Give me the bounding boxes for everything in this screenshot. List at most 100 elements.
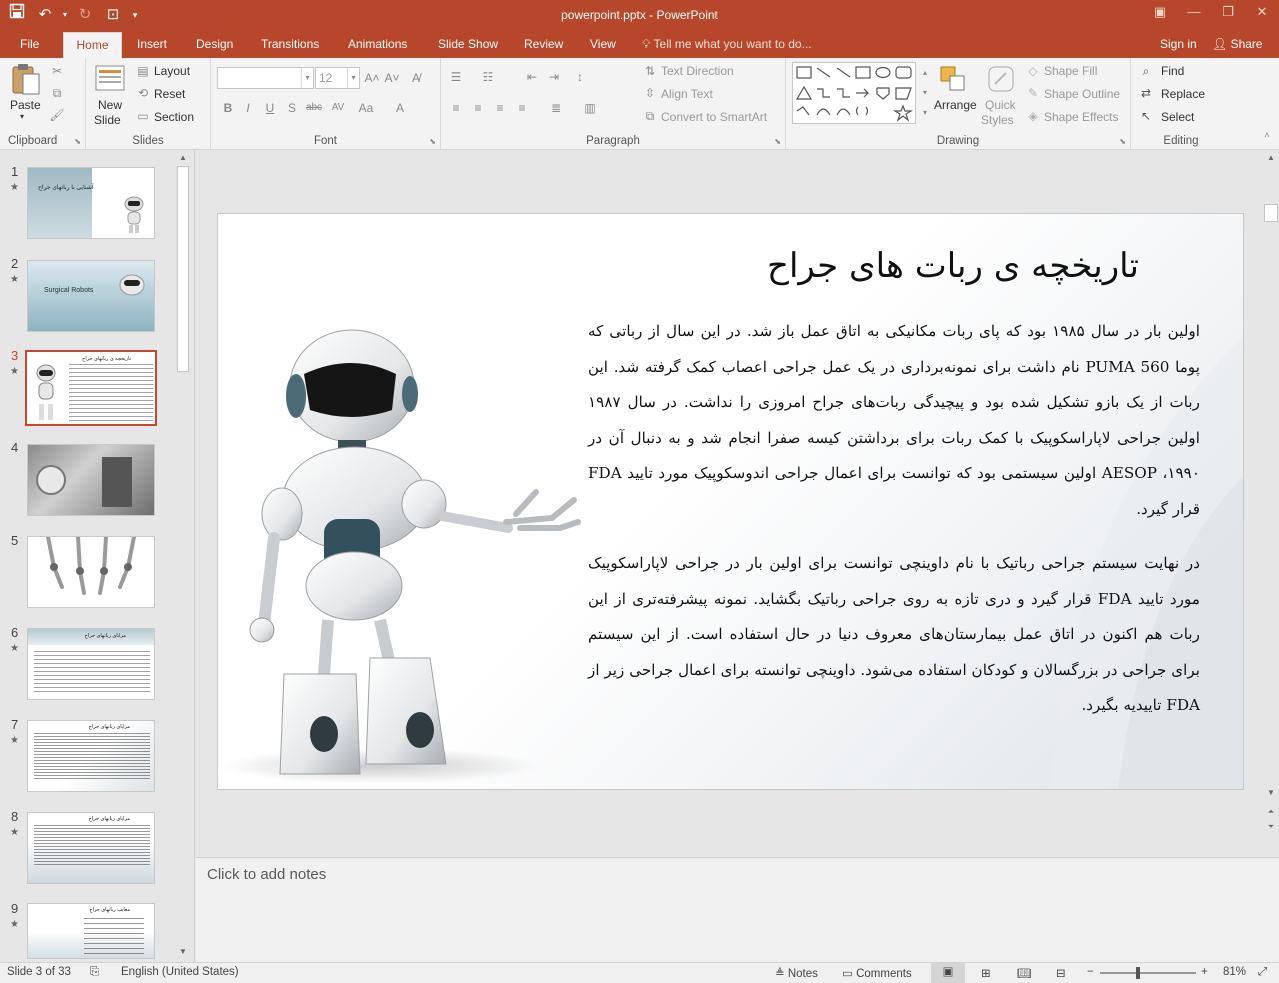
zoom-slider-handle[interactable] <box>1136 967 1140 979</box>
justify-icon[interactable]: ≡ <box>513 99 531 117</box>
scroll-down-icon[interactable]: ▼ <box>177 946 189 958</box>
tab-home[interactable]: Home <box>63 32 122 58</box>
notes-toggle[interactable]: ≜ Notes <box>775 966 818 980</box>
quick-styles-label-2[interactable]: Styles <box>981 113 1014 127</box>
slide-thumbnail-8[interactable]: مزایای رباتهای جراح <box>27 812 155 884</box>
layout-button[interactable]: Layout <box>154 64 190 78</box>
columns-icon[interactable]: ▥ <box>581 99 599 117</box>
slide-scrollbar[interactable]: ▲ ▼ ⏶ ⏷ <box>1263 150 1279 857</box>
current-slide[interactable]: تاریخچه ی ربات های جراح اولین بار در سال… <box>217 213 1244 790</box>
paste-icon[interactable] <box>10 62 42 99</box>
numbering-icon[interactable]: ☷ <box>479 68 497 86</box>
scrollbar-thumb[interactable] <box>177 166 189 372</box>
tab-design[interactable]: Design <box>188 32 241 58</box>
font-color-icon[interactable]: A <box>391 99 409 117</box>
slide-sorter-icon[interactable]: ⊞ <box>981 966 991 980</box>
zoom-in-icon[interactable]: + <box>1201 966 1208 978</box>
italic-icon[interactable]: I <box>239 99 257 117</box>
share-button[interactable]: 👤︎ Share <box>1208 32 1263 56</box>
new-slide-icon[interactable] <box>94 62 126 97</box>
font-name-dropdown-icon[interactable]: ▾ <box>301 68 313 88</box>
character-spacing-icon[interactable]: AV <box>329 99 347 117</box>
format-painter-icon[interactable]: 🖌︎ <box>48 106 66 124</box>
distributed-icon[interactable]: ≣ <box>547 99 565 117</box>
change-case-icon[interactable]: Aa <box>357 99 375 117</box>
paste-button[interactable]: Paste <box>10 98 41 112</box>
collapse-ribbon-icon[interactable]: ˄ <box>1258 126 1276 144</box>
language-indicator[interactable]: English (United States) <box>121 966 239 978</box>
shrink-font-icon[interactable]: A˅ <box>383 69 401 87</box>
slide-title[interactable]: تاریخچه ی ربات های جراح <box>767 246 1139 286</box>
text-shadow-icon[interactable]: S <box>283 99 301 117</box>
slideshow-view-icon[interactable]: ⊟ <box>1056 966 1066 980</box>
comments-toggle[interactable]: ▭ Comments <box>842 966 912 980</box>
select-button[interactable]: Select <box>1161 110 1194 124</box>
shape-outline-button[interactable]: Shape Outline <box>1044 87 1120 101</box>
paragraph-launcher-icon[interactable]: ⬊ <box>774 137 781 146</box>
new-slide-label-1[interactable]: New <box>98 98 122 112</box>
close-icon[interactable]: ✕ <box>1245 0 1279 26</box>
robot-image[interactable] <box>220 324 590 786</box>
cut-icon[interactable]: ✂ <box>48 62 66 80</box>
tab-file[interactable]: File <box>12 32 47 58</box>
thumbnails-scrollbar[interactable]: ▲ ▼ <box>175 150 191 962</box>
quick-styles-icon[interactable] <box>986 64 1016 97</box>
clear-formatting-icon[interactable]: A̸ <box>407 69 425 87</box>
tab-review[interactable]: Review <box>516 32 571 58</box>
zoom-slider[interactable] <box>1100 972 1196 974</box>
copy-icon[interactable]: ⧉ <box>48 84 66 102</box>
strikethrough-icon[interactable]: abc <box>305 99 323 117</box>
slide-thumbnail-4[interactable] <box>27 444 155 516</box>
grow-font-icon[interactable]: A˄ <box>363 69 381 87</box>
shape-fill-button[interactable]: Shape Fill <box>1044 64 1097 78</box>
sign-in-link[interactable]: Sign in <box>1160 32 1197 56</box>
scroll-up-icon[interactable]: ▲ <box>177 152 189 164</box>
replace-button[interactable]: Replace <box>1161 87 1205 101</box>
font-name-field[interactable]: ▾ <box>217 67 314 89</box>
tab-view[interactable]: View <box>582 32 624 58</box>
align-text-button[interactable]: Align Text <box>661 87 713 101</box>
scrollbar-thumb[interactable] <box>1264 204 1278 222</box>
zoom-out-icon[interactable]: − <box>1087 966 1094 978</box>
align-center-icon[interactable]: ≡ <box>469 99 487 117</box>
convert-to-smartart-button[interactable]: Convert to SmartArt <box>661 110 767 124</box>
tab-transitions[interactable]: Transitions <box>253 32 327 58</box>
arrange-icon[interactable] <box>938 64 968 97</box>
ribbon-display-options-icon[interactable]: ▣ <box>1143 0 1177 26</box>
next-slide-icon[interactable]: ⏷ <box>1265 821 1277 833</box>
tab-slideshow[interactable]: Slide Show <box>430 32 506 58</box>
shapes-gallery[interactable] <box>792 62 916 124</box>
drawing-launcher-icon[interactable]: ⬊ <box>1119 137 1126 146</box>
reset-button[interactable]: Reset <box>154 87 185 101</box>
gallery-more-icon[interactable]: ▾ <box>916 104 934 122</box>
bold-icon[interactable]: B <box>219 99 237 117</box>
find-button[interactable]: Find <box>1161 64 1184 78</box>
scroll-down-icon[interactable]: ▼ <box>1265 787 1277 799</box>
bullets-icon[interactable]: ☰ <box>447 68 465 86</box>
tell-me-search[interactable]: 💡︎ Tell me what you want to do... <box>642 32 812 58</box>
section-button[interactable]: Section <box>154 110 194 124</box>
new-slide-label-2[interactable]: Slide <box>94 113 121 127</box>
slide-thumbnail-2[interactable]: Surgical Robots <box>27 260 155 332</box>
slide-thumbnail-9[interactable]: معایب رباتهای جراح <box>27 903 155 959</box>
slide-thumbnail-1[interactable]: آشنایی با رباتهای جراح <box>27 167 155 239</box>
slide-thumbnail-3[interactable]: تاریخچه ی رباتهای جراح <box>25 350 157 426</box>
slide-paragraph-1[interactable]: اولین بار در سال ۱۹۸۵ بود که پای ربات مک… <box>588 314 1200 528</box>
notes-pane[interactable]: Click to add notes <box>196 857 1279 962</box>
slide-thumbnail-6[interactable]: مزایای رباتهای جراح <box>27 628 155 700</box>
tab-insert[interactable]: Insert <box>129 32 175 58</box>
text-direction-button[interactable]: Text Direction <box>661 64 734 78</box>
notes-placeholder[interactable]: Click to add notes <box>207 866 326 883</box>
underline-icon[interactable]: U <box>261 99 279 117</box>
slide-paragraph-2[interactable]: در نهایت سیستم جراحی رباتیک با نام داوین… <box>588 546 1200 724</box>
font-launcher-icon[interactable]: ⬊ <box>429 137 436 146</box>
normal-view-icon[interactable]: ▣ <box>931 963 965 983</box>
scroll-up-icon[interactable]: ▲ <box>1265 152 1277 164</box>
spell-check-icon[interactable]: ⎘ <box>90 966 99 979</box>
zoom-level[interactable]: 81% <box>1223 966 1246 978</box>
font-size-field[interactable]: 12 ▾ <box>315 67 360 89</box>
arrange-button[interactable]: Arrange <box>934 98 977 112</box>
reading-view-icon[interactable]: 📖︎ <box>1017 966 1032 980</box>
fit-to-window-icon[interactable]: ⤢ <box>1258 966 1267 979</box>
paste-dropdown-icon[interactable]: ▾ <box>20 112 24 121</box>
